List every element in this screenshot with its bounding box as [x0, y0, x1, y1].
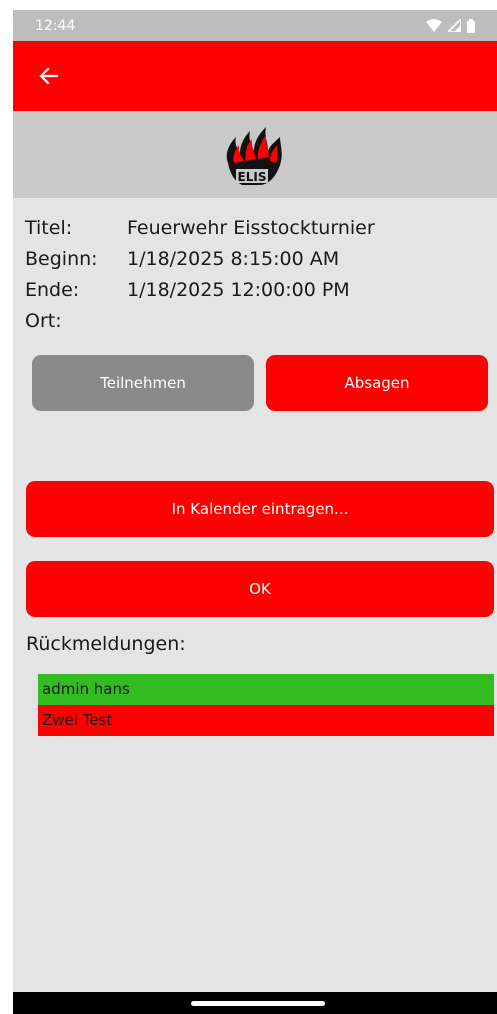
response-buttons: Teilnehmen Absagen: [32, 355, 488, 411]
detail-label: Titel:: [25, 217, 73, 239]
status-icons: [426, 18, 475, 33]
logo-band: ELIS: [13, 111, 497, 198]
add-to-calendar-button[interactable]: In Kalender eintragen...: [26, 481, 494, 537]
list-item[interactable]: Zwei Test: [38, 705, 494, 736]
event-details: Titel: Feuerwehr Eisstockturnier Beginn:…: [13, 198, 497, 337]
detail-row-end: Ende: 1/18/2025 12:00:00 PM: [25, 275, 485, 306]
home-handle[interactable]: [191, 1001, 325, 1006]
list-item[interactable]: admin hans: [38, 674, 494, 705]
detail-value: Feuerwehr Eisstockturnier: [127, 217, 375, 239]
responses-title: Rückmeldungen:: [26, 633, 186, 655]
elis-logo: ELIS: [226, 126, 282, 185]
detail-value: 1/18/2025 8:15:00 AM: [127, 248, 340, 270]
arrow-back-icon: [39, 67, 59, 85]
detail-row-location: Ort:: [25, 306, 485, 337]
navigation-bar: [13, 992, 497, 1014]
detail-row-start: Beginn: 1/18/2025 8:15:00 AM: [25, 244, 485, 275]
battery-icon: [467, 18, 475, 33]
detail-label: Beginn:: [25, 248, 98, 270]
phone-screen: 12:44 ELIS Titel: Feuerwehr Eisstockturn…: [13, 10, 497, 1014]
app-bar: [13, 41, 497, 111]
responses-list: admin hans Zwei Test: [38, 674, 494, 736]
decline-button[interactable]: Absagen: [266, 355, 488, 411]
logo-text: ELIS: [238, 170, 267, 184]
wifi-icon: [426, 19, 442, 32]
participate-button[interactable]: Teilnehmen: [32, 355, 254, 411]
ok-button[interactable]: OK: [26, 561, 494, 617]
detail-row-title: Titel: Feuerwehr Eisstockturnier: [25, 213, 485, 244]
detail-label: Ende:: [25, 279, 80, 301]
detail-value: 1/18/2025 12:00:00 PM: [127, 279, 350, 301]
back-button[interactable]: [35, 62, 63, 90]
signal-icon: [448, 19, 461, 32]
status-time: 12:44: [35, 17, 76, 34]
status-bar: 12:44: [13, 10, 497, 41]
detail-label: Ort:: [25, 310, 62, 332]
